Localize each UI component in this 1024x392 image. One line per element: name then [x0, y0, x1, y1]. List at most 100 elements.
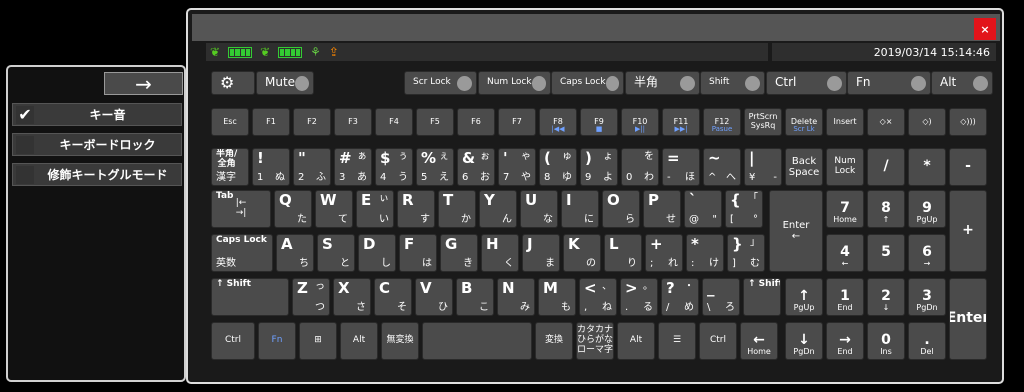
ctrl2-key[interactable]: Ctrl	[699, 322, 737, 360]
toggle-scr-lock[interactable]: Scr Lock	[404, 71, 477, 95]
toggle-mute[interactable]: Mute	[256, 71, 314, 95]
space-key[interactable]	[422, 322, 532, 360]
key-r2-12[interactable]: {「 [°	[725, 190, 763, 228]
np-enter[interactable]: Enter	[949, 278, 987, 360]
key-r1-6[interactable]: & ぉ 6 お	[457, 148, 495, 186]
side-option[interactable]: キーボードロック	[12, 133, 182, 156]
toggle-alt[interactable]: Alt	[931, 71, 993, 95]
key-r4-1[interactable]: Zっつ	[292, 278, 330, 316]
alt-key[interactable]: Alt	[340, 322, 378, 360]
menu-key[interactable]: ☰	[658, 322, 696, 360]
key-r4-0[interactable]: ↑ Shift	[211, 278, 289, 316]
key-r1-4[interactable]: $ ぅ 4 う	[375, 148, 413, 186]
key-r3-0[interactable]: Caps Lock 英数	[211, 234, 273, 272]
muhenkan-key[interactable]: 無変換	[381, 322, 419, 360]
key-r4-10[interactable]: ? ・ / め	[661, 278, 699, 316]
key-r4-5[interactable]: Bこ	[456, 278, 494, 316]
np-dot[interactable]: . Del	[908, 322, 946, 360]
key-r3-8[interactable]: Kの	[563, 234, 601, 272]
toggle-num-lock[interactable]: Num Lock	[478, 71, 551, 95]
key-r1-12[interactable]: ~ ^ へ	[703, 148, 741, 186]
key-r1-9[interactable]: ) ょ 9 よ	[580, 148, 618, 186]
np-0[interactable]: 0 Ins	[867, 322, 905, 360]
henkan-key[interactable]: 変換	[535, 322, 573, 360]
np-add[interactable]: +	[949, 190, 987, 272]
key-r1-2[interactable]: " 2 ふ	[293, 148, 331, 186]
fkey-15[interactable]: Insert	[826, 108, 864, 136]
key-r1-13[interactable]: | ¥ -	[744, 148, 782, 186]
key-r3-4[interactable]: Fは	[399, 234, 437, 272]
key-r4-11[interactable]: _ \ ろ	[702, 278, 740, 316]
key-r3-3[interactable]: Dし	[358, 234, 396, 272]
fkey-13[interactable]: PrtScrn SysRq	[744, 108, 782, 136]
backspace-key[interactable]: Back Space	[785, 148, 823, 186]
key-r1-3[interactable]: # ぁ 3 あ	[334, 148, 372, 186]
np-3[interactable]: 3 PgDn	[908, 278, 946, 316]
key-r1-8[interactable]: (ゅ 8 ゆ	[539, 148, 577, 186]
fkey-5[interactable]: F5	[416, 108, 454, 136]
key-r2-0[interactable]: Tab |← →|	[211, 190, 271, 228]
checkbox[interactable]: ✔	[16, 105, 34, 124]
np-7[interactable]: 7 Home	[826, 190, 864, 228]
alt2-key[interactable]: Alt	[617, 322, 655, 360]
fkey-12[interactable]: F12 Pasue	[703, 108, 741, 136]
fkey-11[interactable]: F11 ▶▶|	[662, 108, 700, 136]
np-6[interactable]: 6 →	[908, 234, 946, 272]
key-r3-12[interactable]: } 」] む	[727, 234, 765, 272]
numlock-key[interactable]: Num Lock	[826, 148, 864, 186]
key-r3-2[interactable]: Sと	[317, 234, 355, 272]
key-r2-10[interactable]: Pせ	[643, 190, 681, 228]
np-2[interactable]: 2 ↓	[867, 278, 905, 316]
toggle-半角[interactable]: 半角	[625, 71, 700, 95]
np-mul[interactable]: *	[908, 148, 946, 186]
toggle-fn[interactable]: Fn	[847, 71, 931, 95]
arrow-right-key[interactable]: → End	[826, 322, 864, 360]
toggle-ctrl[interactable]: Ctrl	[766, 71, 847, 95]
fkey-17[interactable]: ◇)	[908, 108, 946, 136]
fkey-1[interactable]: F1	[252, 108, 290, 136]
np-1[interactable]: 1 End	[826, 278, 864, 316]
key-r2-8[interactable]: Iに	[561, 190, 599, 228]
fkey-10[interactable]: F10 ▶||	[621, 108, 659, 136]
key-r3-9[interactable]: Lり	[604, 234, 642, 272]
key-r1-1[interactable]: ! 1 ぬ	[252, 148, 290, 186]
toggle-key-lock[interactable]: ⚙	[211, 71, 255, 95]
key-r4-6[interactable]: Nみ	[497, 278, 535, 316]
key-r1-7[interactable]: ' ゃ 7 や	[498, 148, 536, 186]
fkey-4[interactable]: F4	[375, 108, 413, 136]
np-9[interactable]: 9 PgUp	[908, 190, 946, 228]
fkey-8[interactable]: F8 |◀◀	[539, 108, 577, 136]
fkey-6[interactable]: F6	[457, 108, 495, 136]
key-r2-4[interactable]: Rす	[397, 190, 435, 228]
fkey-3[interactable]: F3	[334, 108, 372, 136]
close-button[interactable]: ×	[974, 18, 996, 40]
checkbox[interactable]	[16, 135, 34, 154]
key-r2-5[interactable]: Tか	[438, 190, 476, 228]
title-bar[interactable]: ×	[192, 14, 1000, 41]
key-r4-3[interactable]: Cそ	[374, 278, 412, 316]
enter-key[interactable]: Enter ←	[769, 190, 823, 272]
fkey-2[interactable]: F2	[293, 108, 331, 136]
key-r4-12[interactable]: ↑ Shift	[743, 278, 781, 316]
arrow-up-key[interactable]: ↑ PgUp	[785, 278, 823, 316]
checkbox[interactable]	[16, 165, 34, 184]
np-sub[interactable]: -	[949, 148, 987, 186]
key-r3-6[interactable]: Hく	[481, 234, 519, 272]
fkey-18[interactable]: ◇)))	[949, 108, 987, 136]
key-r2-2[interactable]: Wて	[315, 190, 353, 228]
key-r4-8[interactable]: < 、, ね	[579, 278, 617, 316]
arrow-down-key[interactable]: ↓ PgDn	[785, 322, 823, 360]
key-r1-0[interactable]: 半角/ 全角 漢字	[211, 148, 249, 186]
side-arrow-button[interactable]: →	[104, 72, 183, 96]
key-r1-10[interactable]: を0わ	[621, 148, 659, 186]
key-r2-7[interactable]: Uな	[520, 190, 558, 228]
key-r2-3[interactable]: Eぃい	[356, 190, 394, 228]
side-option[interactable]: 修飾キートグルモード	[12, 163, 182, 186]
fkey-9[interactable]: F9 ■	[580, 108, 618, 136]
key-r3-11[interactable]: *: け	[686, 234, 724, 272]
key-r1-5[interactable]: % ぇ 5 え	[416, 148, 454, 186]
np-8[interactable]: 8 ↑	[867, 190, 905, 228]
kana-key[interactable]: カタカナ ひらがな ローマ字	[576, 322, 614, 360]
key-r3-7[interactable]: Jま	[522, 234, 560, 272]
fkey-14[interactable]: Delete Scr Lk	[785, 108, 823, 136]
